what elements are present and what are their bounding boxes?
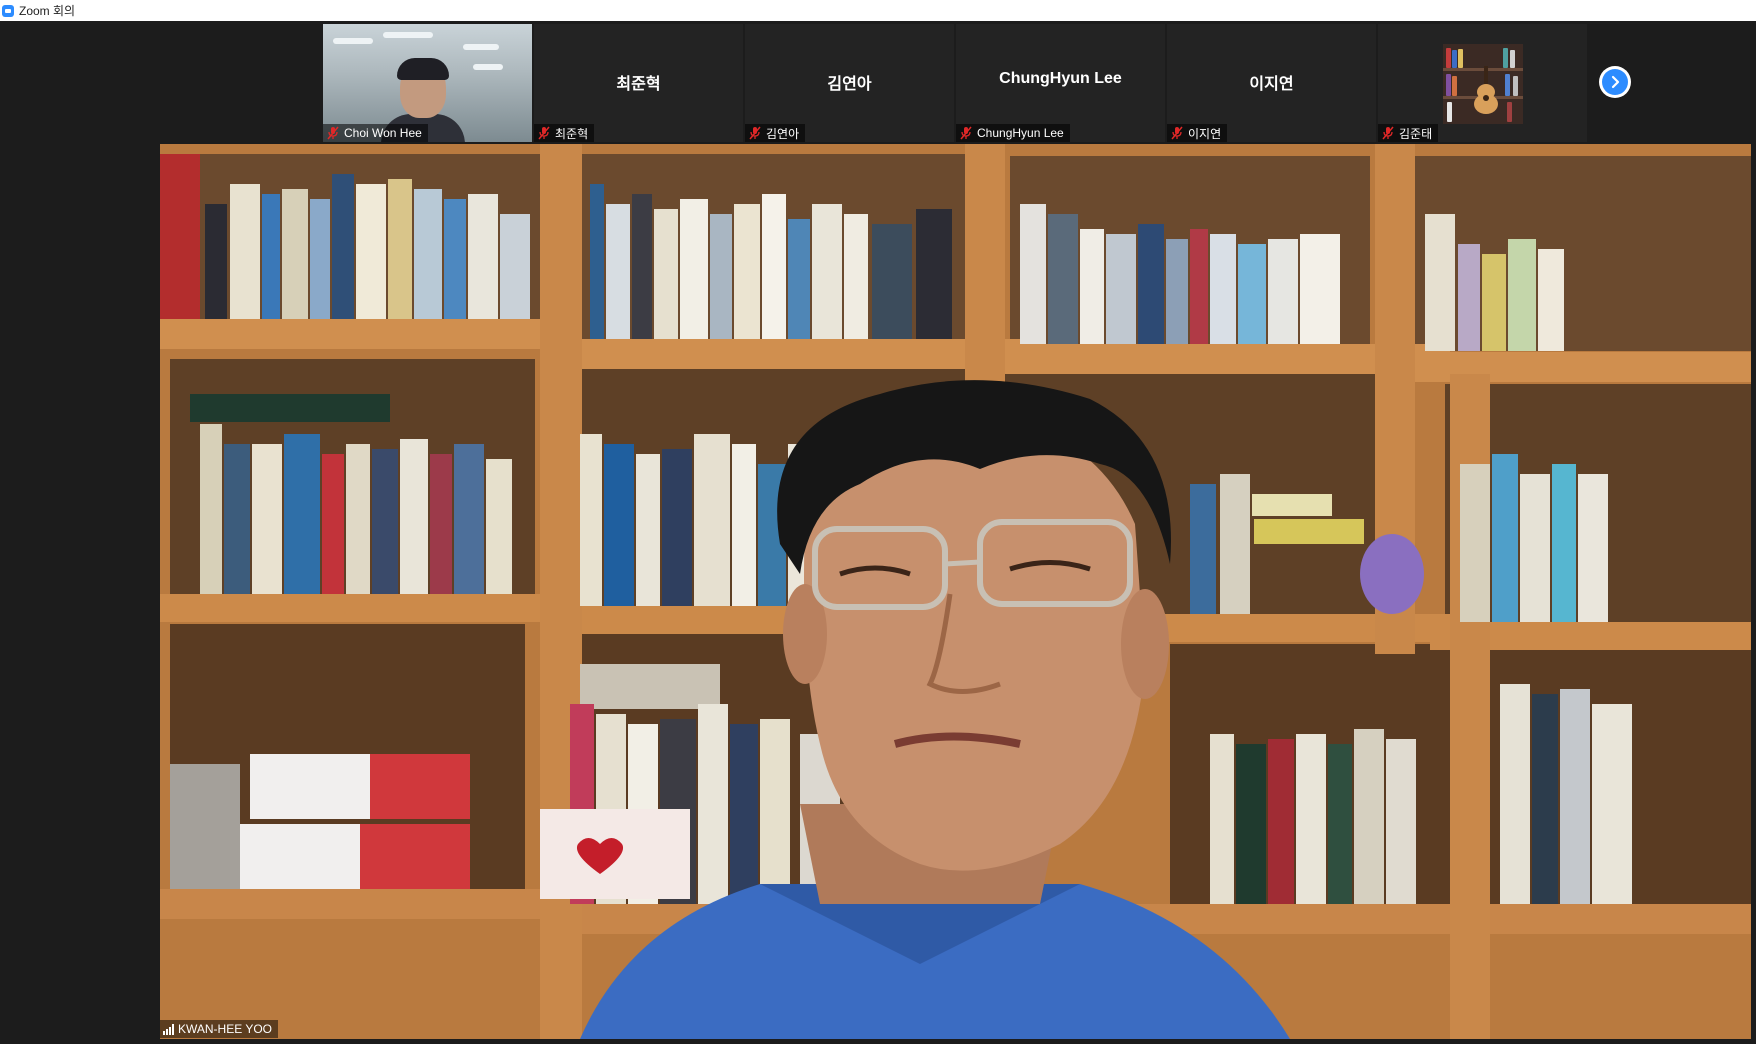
window-title: Zoom 회의 [19, 4, 76, 18]
participant-tile[interactable]: ChungHyun Lee ChungHyun Lee [956, 24, 1165, 142]
participant-tile[interactable]: Choi Won Hee [323, 24, 532, 142]
participant-tile[interactable]: 이지연 이지연 [1167, 24, 1376, 142]
participant-name: 최준혁 [555, 126, 589, 141]
active-speaker-name: KWAN-HEE YOO [178, 1022, 273, 1036]
speaker-video-frame [160, 144, 1751, 1039]
chevron-right-icon [1602, 69, 1628, 95]
participant-name-label: 김준태 [1378, 124, 1439, 142]
muted-mic-icon [1382, 126, 1394, 140]
muted-mic-icon [749, 126, 761, 140]
participant-name-label: 최준혁 [534, 124, 595, 142]
participant-name-label: 이지연 [1167, 124, 1228, 142]
participant-display-name: 김연아 [827, 76, 872, 93]
participant-name-label: ChungHyun Lee [956, 124, 1070, 142]
participant-display-name: ChungHyun Lee [999, 70, 1122, 87]
active-speaker-video [160, 144, 1751, 1039]
muted-mic-icon [327, 126, 339, 140]
participant-name: ChungHyun Lee [977, 126, 1064, 140]
meeting-area: Choi Won Hee 최준혁 최준혁 김연아 김연아 ChungHyun L… [0, 21, 1756, 1044]
connection-signal-icon [163, 1023, 174, 1035]
muted-mic-icon [1171, 126, 1183, 140]
participant-tile[interactable]: 김연아 김연아 [745, 24, 954, 142]
window-title-bar: Zoom 회의 [0, 0, 1756, 21]
participant-name: 김연아 [766, 126, 800, 141]
muted-mic-icon [960, 126, 972, 140]
participant-tile[interactable]: 김준태 [1378, 24, 1587, 142]
participant-display-name: 최준혁 [616, 76, 661, 93]
participant-tile[interactable]: 최준혁 최준혁 [534, 24, 743, 142]
participant-name: 김준태 [1399, 126, 1433, 141]
participant-name-label: Choi Won Hee [323, 124, 428, 142]
participant-name-label: 김연아 [745, 124, 806, 142]
participant-name: Choi Won Hee [344, 126, 422, 140]
active-speaker-name-label: KWAN-HEE YOO [160, 1020, 279, 1038]
participant-display-name: 이지연 [1249, 76, 1294, 93]
muted-mic-icon [538, 126, 550, 140]
participant-name: 이지연 [1188, 126, 1222, 141]
participant-avatar [1443, 44, 1523, 124]
next-page-button[interactable] [1599, 66, 1631, 98]
zoom-icon [2, 4, 14, 17]
participant-strip: Choi Won Hee 최준혁 최준혁 김연아 김연아 ChungHyun L… [323, 24, 1587, 142]
